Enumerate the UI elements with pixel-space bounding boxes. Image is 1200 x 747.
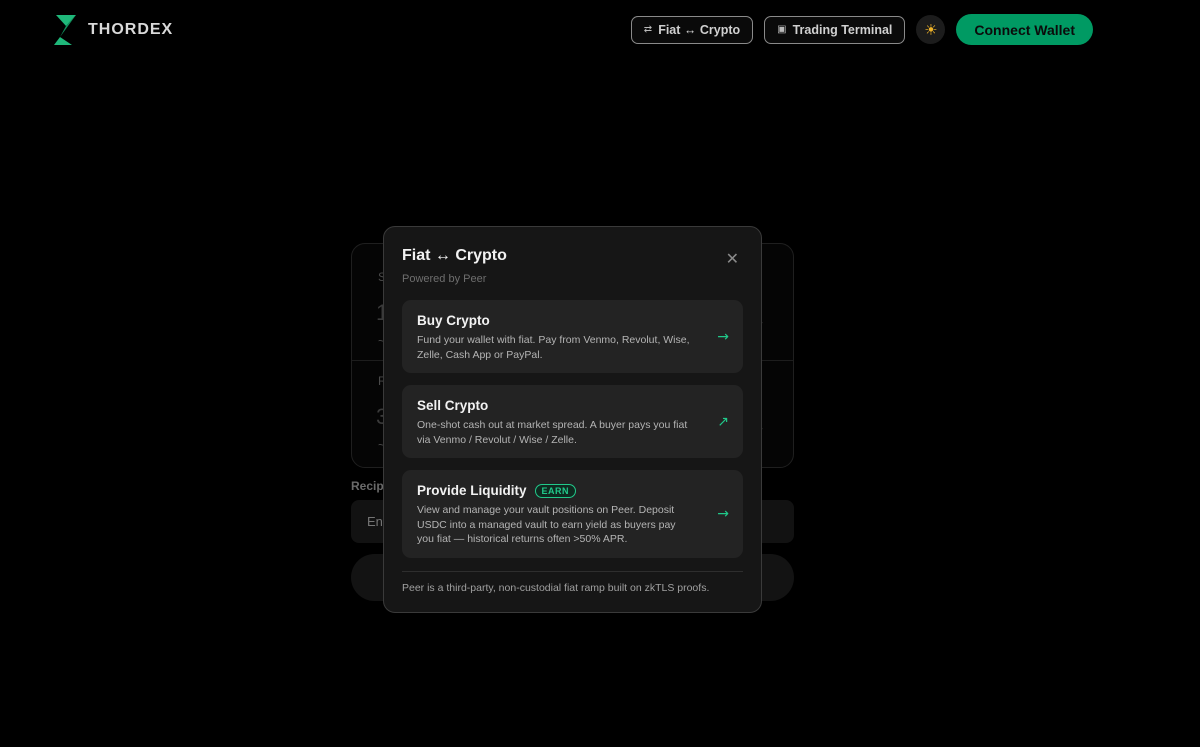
sun-icon: ☀ — [924, 21, 938, 39]
arrow-right-icon: → — [717, 328, 729, 345]
modal-footer-note: Peer is a third-party, non-custodial fia… — [402, 582, 710, 594]
option-description: View and manage your vault positions on … — [417, 504, 676, 545]
arrow-up-right-icon: ↗ — [717, 413, 729, 430]
earn-badge: EARN — [534, 483, 577, 498]
header-nav: ⇄ Fiat ↔ Crypto ▣ Trading Terminal ☀ Con… — [630, 14, 1093, 45]
modal-title: Fiat ↔ Crypto — [402, 247, 507, 264]
option-description: One-shot cash out at market spread. A bu… — [417, 419, 688, 446]
logo-icon — [54, 15, 76, 45]
fiat-crypto-modal: Fiat ↔ Crypto Powered by Peer ✕ Buy Cryp… — [383, 226, 762, 613]
provide-liquidity-option[interactable]: Provide Liquidity EARN View and manage y… — [402, 470, 743, 558]
recipient-label: Recip — [351, 479, 384, 493]
swap-icon: ⇄ — [643, 24, 653, 35]
modal-subtitle: Powered by Peer — [402, 273, 487, 285]
option-title: Provide Liquidity EARN — [417, 483, 728, 498]
close-icon[interactable]: ✕ — [726, 249, 739, 268]
trading-terminal-button[interactable]: ▣ Trading Terminal — [764, 15, 906, 44]
sell-crypto-title: Sell Crypto — [417, 398, 489, 413]
arrow-right-icon: → — [717, 506, 729, 522]
sell-crypto-option[interactable]: Sell Crypto One-shot cash out at market … — [402, 385, 743, 458]
chart-icon: ▣ — [777, 24, 787, 35]
fiat-crypto-label: Fiat ↔ Crypto — [658, 22, 741, 37]
buy-crypto-option[interactable]: Buy Crypto Fund your wallet with fiat. P… — [402, 300, 743, 373]
brand-logo[interactable]: THORDEX — [52, 15, 173, 45]
brand-name: THORDEX — [88, 21, 174, 38]
fiat-crypto-button[interactable]: ⇄ Fiat ↔ Crypto — [630, 15, 754, 44]
option-description: Fund your wallet with fiat. Pay from Ven… — [417, 334, 690, 361]
option-title: Buy Crypto — [417, 313, 728, 328]
trading-terminal-label: Trading Terminal — [792, 22, 893, 37]
connect-wallet-button[interactable]: Connect Wallet — [956, 14, 1093, 45]
theme-toggle[interactable]: ☀ — [916, 15, 946, 44]
modal-divider — [402, 571, 743, 572]
option-title: Sell Crypto — [417, 398, 728, 413]
buy-crypto-title: Buy Crypto — [417, 313, 490, 328]
provide-liquidity-title: Provide Liquidity — [417, 483, 527, 498]
